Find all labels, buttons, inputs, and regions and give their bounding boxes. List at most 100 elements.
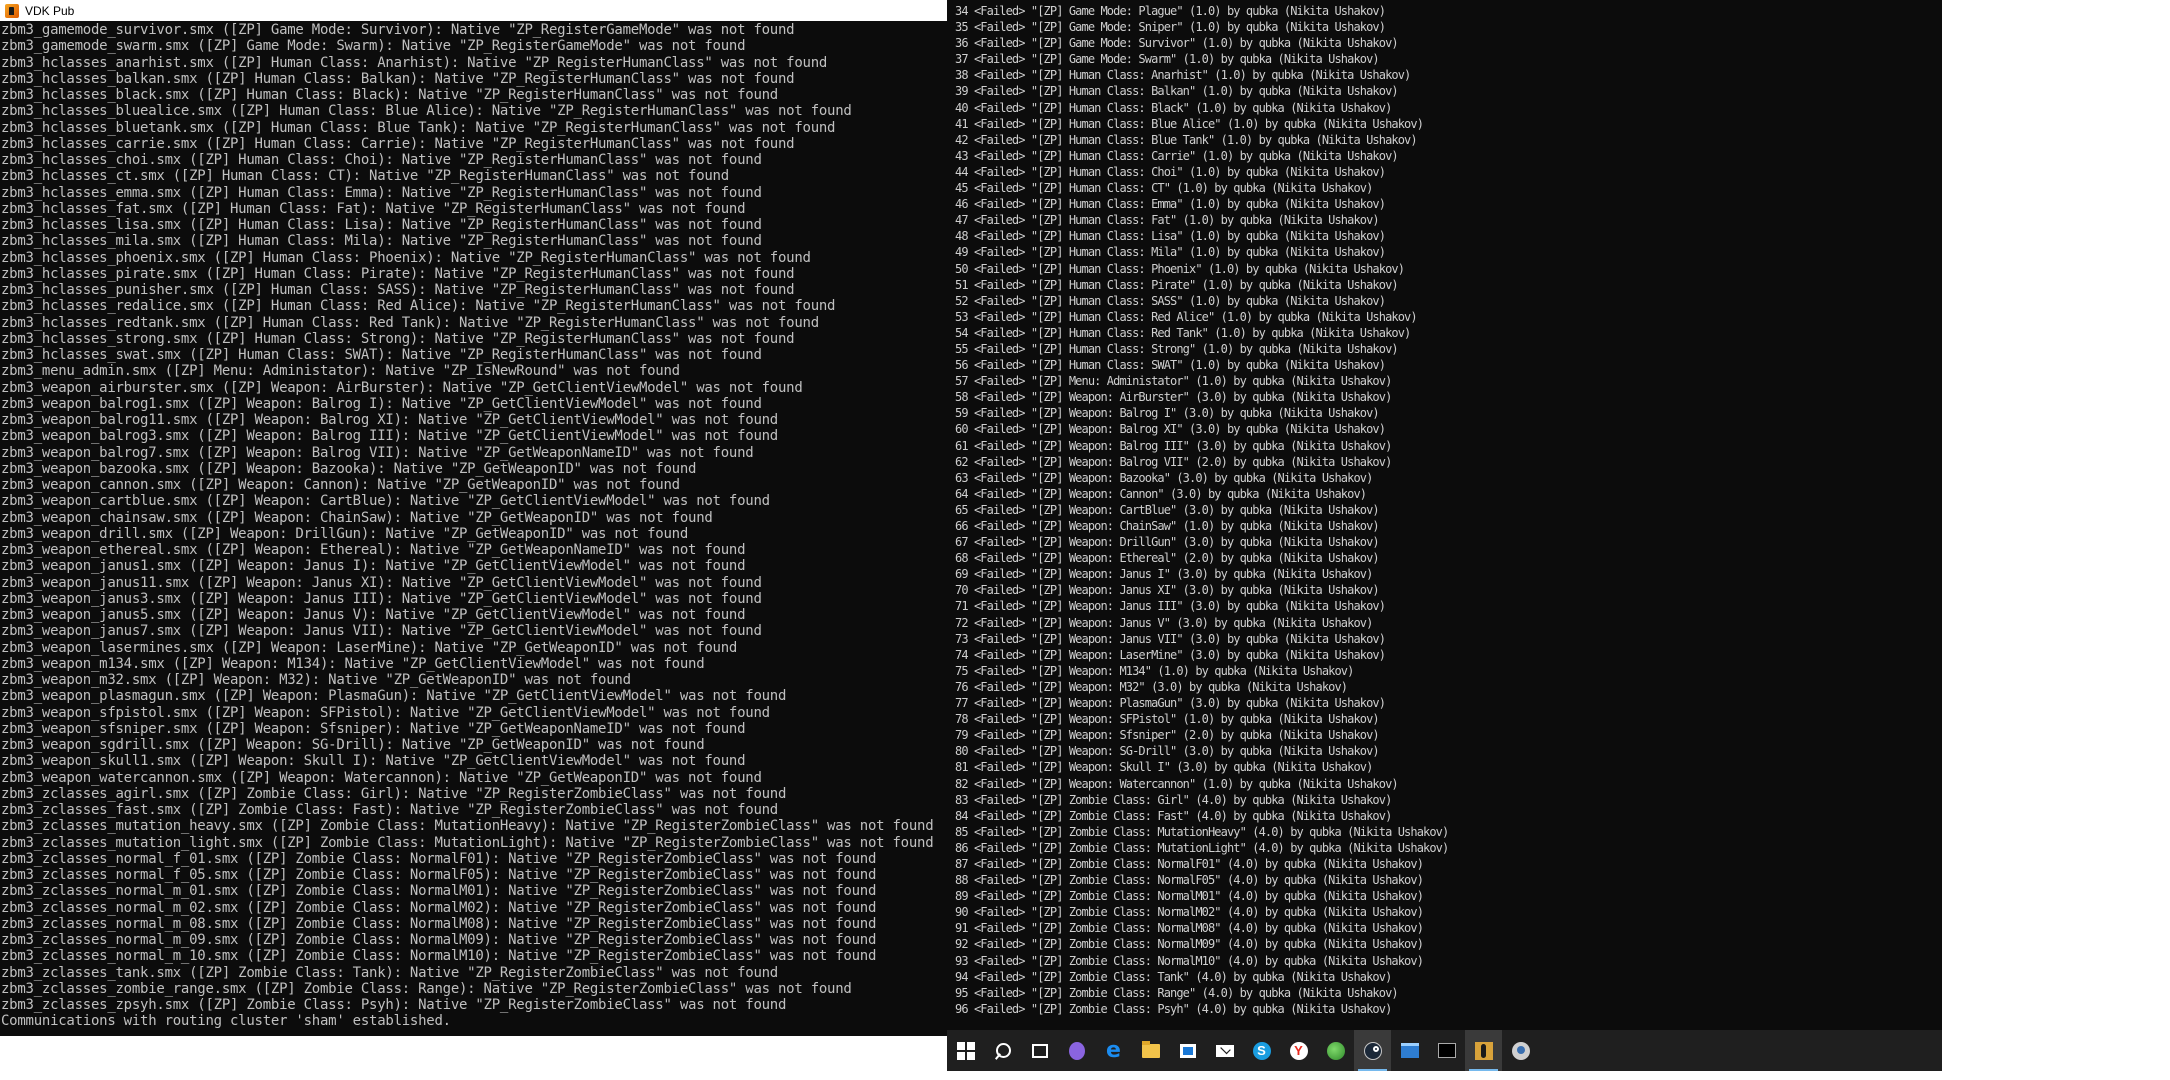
console-line: 88 <Failed> "[ZP] Zombie Class: NormalF0… <box>955 873 1424 888</box>
store-button[interactable] <box>1169 1030 1206 1071</box>
console-line: 44 <Failed> "[ZP] Human Class: Choi" (1.… <box>955 164 1386 179</box>
console-line: zbm3_zclasses_normal_m_09.smx ([ZP] Zomb… <box>1 932 877 948</box>
yandex-browser-button[interactable]: Y <box>1280 1030 1317 1071</box>
console-line: 51 <Failed> "[ZP] Human Class: Pirate" (… <box>955 277 1399 292</box>
console-line: 41 <Failed> "[ZP] Human Class: Blue Alic… <box>955 116 1424 131</box>
console-line: zbm3_hclasses_emma.smx ([ZP] Human Class… <box>1 184 762 201</box>
console-line: 75 <Failed> "[ZP] Weapon: M134" (1.0) by… <box>955 663 1354 678</box>
window-titlebar[interactable]: VDK Pub <box>0 0 947 21</box>
skype-button[interactable]: S <box>1243 1030 1280 1071</box>
console-output: zbm3_gamemode_survivor.smx ([ZP] Game Mo… <box>1 22 946 1030</box>
console-line: 53 <Failed> "[ZP] Human Class: Red Alice… <box>955 309 1418 324</box>
console-line: 37 <Failed> "[ZP] Game Mode: Swarm" (1.0… <box>955 52 1380 67</box>
left-console-window[interactable]: VDK Pub zbm3_gamemode_survivor.smx ([ZP]… <box>0 0 947 1036</box>
console-line: 72 <Failed> "[ZP] Weapon: Janus V" (3.0)… <box>955 615 1373 630</box>
console-line: 45 <Failed> "[ZP] Human Class: CT" (1.0)… <box>955 181 1373 196</box>
right-console-window[interactable]: 34 <Failed> "[ZP] Game Mode: Plague" (1.… <box>947 0 1942 1036</box>
console-line: 36 <Failed> "[ZP] Game Mode: Survivor" (… <box>955 36 1399 51</box>
edge-button[interactable]: e <box>1095 1030 1132 1071</box>
search-button[interactable] <box>984 1030 1021 1071</box>
yandex-browser-icon: Y <box>1289 1041 1308 1060</box>
console-line: zbm3_hclasses_balkan.smx ([ZP] Human Cla… <box>1 70 795 87</box>
globe-app-button[interactable] <box>1317 1030 1354 1071</box>
console-line: 59 <Failed> "[ZP] Weapon: Balrog I" (3.0… <box>955 406 1380 421</box>
console-line: 61 <Failed> "[ZP] Weapon: Balrog III" (3… <box>955 438 1392 453</box>
command-prompt-button[interactable] <box>1428 1030 1465 1071</box>
console-line: zbm3_weapon_sfsniper.smx ([ZP] Weapon: S… <box>1 720 746 737</box>
window-app-button[interactable] <box>1391 1030 1428 1071</box>
character-app-button[interactable] <box>1502 1030 1539 1071</box>
globe-app-icon <box>1326 1041 1345 1060</box>
console-line: zbm3_weapon_cannon.smx ([ZP] Weapon: Can… <box>1 477 680 493</box>
app-icon <box>5 3 19 18</box>
console-line: zbm3_zclasses_normal_m_08.smx ([ZP] Zomb… <box>1 915 877 932</box>
console-line: 49 <Failed> "[ZP] Human Class: Mila" (1.… <box>955 245 1386 260</box>
console-line: 78 <Failed> "[ZP] Weapon: SFPistol" (1.0… <box>955 712 1380 727</box>
assistant-button[interactable] <box>1058 1030 1095 1071</box>
window-app-icon <box>1400 1043 1419 1058</box>
console-line: zbm3_hclasses_anarhist.smx ([ZP] Human C… <box>1 54 828 71</box>
console-line: 56 <Failed> "[ZP] Human Class: SWAT" (1.… <box>955 358 1386 373</box>
console-line: zbm3_weapon_sgdrill.smx ([ZP] Weapon: SG… <box>1 737 705 753</box>
console-line: zbm3_weapon_airburster.smx ([ZP] Weapon:… <box>1 379 803 396</box>
console-line: zbm3_hclasses_swat.smx ([ZP] Human Class… <box>1 347 762 363</box>
console-line: 58 <Failed> "[ZP] Weapon: AirBurster" (3… <box>955 390 1392 405</box>
console-line: zbm3_weapon_watercannon.smx ([ZP] Weapon… <box>1 769 762 786</box>
console-line: 52 <Failed> "[ZP] Human Class: SASS" (1.… <box>955 293 1386 308</box>
console-line: zbm3_hclasses_fat.smx ([ZP] Human Class:… <box>1 200 746 217</box>
console-line: 87 <Failed> "[ZP] Zombie Class: NormalF0… <box>955 856 1424 871</box>
console-line: zbm3_hclasses_choi.smx ([ZP] Human Class… <box>1 152 762 168</box>
console-line: zbm3_zclasses_normal_f_01.smx ([ZP] Zomb… <box>1 850 877 867</box>
console-line: zbm3_weapon_sfpistol.smx ([ZP] Weapon: S… <box>1 704 770 721</box>
console-line: zbm3_weapon_balrog1.smx ([ZP] Weapon: Ba… <box>1 395 762 412</box>
console-line: zbm3_hclasses_punisher.smx ([ZP] Human C… <box>1 282 795 298</box>
console-line: 60 <Failed> "[ZP] Weapon: Balrog XI" (3.… <box>955 422 1386 437</box>
counter-strike-button[interactable] <box>1465 1030 1502 1071</box>
console-line: zbm3_zclasses_zombie_range.smx ([ZP] Zom… <box>1 980 852 997</box>
windows-start-icon <box>956 1041 975 1060</box>
console-line: 62 <Failed> "[ZP] Weapon: Balrog VII" (2… <box>955 454 1392 469</box>
steam-button[interactable] <box>1354 1030 1391 1071</box>
console-line: zbm3_zclasses_normal_m_10.smx ([ZP] Zomb… <box>1 948 877 965</box>
console-line: 68 <Failed> "[ZP] Weapon: Ethereal" (2.0… <box>955 551 1380 566</box>
console-line: zbm3_zclasses_normal_f_05.smx ([ZP] Zomb… <box>1 867 877 883</box>
window-title: VDK Pub <box>25 3 75 18</box>
console-line: 64 <Failed> "[ZP] Weapon: Cannon" (3.0) … <box>955 486 1367 501</box>
console-line: zbm3_hclasses_strong.smx ([ZP] Human Cla… <box>1 330 795 347</box>
console-line: 95 <Failed> "[ZP] Zombie Class: Range" (… <box>955 985 1399 1000</box>
console-line: zbm3_weapon_lasermines.smx ([ZP] Weapon:… <box>1 639 738 656</box>
character-app-icon <box>1511 1041 1530 1060</box>
console-line: zbm3_gamemode_survivor.smx ([ZP] Game Mo… <box>1 22 795 38</box>
console-line: zbm3_hclasses_ct.smx ([ZP] Human Class: … <box>1 168 729 185</box>
console-line: 76 <Failed> "[ZP] Weapon: M32" (3.0) by … <box>955 679 1348 694</box>
console-line: 96 <Failed> "[ZP] Zombie Class: Psyh" (4… <box>955 1001 1392 1016</box>
console-line: zbm3_zclasses_agirl.smx ([ZP] Zombie Cla… <box>1 785 787 802</box>
plugin-list-output: 34 <Failed> "[ZP] Game Mode: Plague" (1.… <box>955 3 1935 1017</box>
console-line: zbm3_hclasses_lisa.smx ([ZP] Human Class… <box>1 217 762 233</box>
console-line: 40 <Failed> "[ZP] Human Class: Black" (1… <box>955 100 1392 115</box>
console-line: 47 <Failed> "[ZP] Human Class: Fat" (1.0… <box>955 213 1380 228</box>
console-line: 89 <Failed> "[ZP] Zombie Class: NormalM0… <box>955 889 1424 904</box>
console-line: zbm3_weapon_cartblue.smx ([ZP] Weapon: C… <box>1 493 770 510</box>
skype-icon: S <box>1252 1041 1271 1060</box>
console-line: zbm3_weapon_janus5.smx ([ZP] Weapon: Jan… <box>1 607 746 623</box>
console-line: 38 <Failed> "[ZP] Human Class: Anarhist"… <box>955 68 1411 83</box>
console-line: 54 <Failed> "[ZP] Human Class: Red Tank"… <box>955 325 1411 340</box>
start-button[interactable] <box>947 1030 984 1071</box>
console-line: zbm3_menu_admin.smx ([ZP] Menu: Administ… <box>1 363 680 380</box>
console-line: zbm3_gamemode_swarm.smx ([ZP] Game Mode:… <box>1 38 746 55</box>
mail-button[interactable] <box>1206 1030 1243 1071</box>
console-line: 34 <Failed> "[ZP] Game Mode: Plague" (1.… <box>955 4 1386 18</box>
console-line: 81 <Failed> "[ZP] Weapon: Skull I" (3.0)… <box>955 760 1373 775</box>
console-line: zbm3_weapon_chainsaw.smx ([ZP] Weapon: C… <box>1 509 713 526</box>
command-prompt-icon <box>1437 1043 1456 1058</box>
console-line: 66 <Failed> "[ZP] Weapon: ChainSaw" (1.0… <box>955 519 1380 533</box>
console-line: 73 <Failed> "[ZP] Weapon: Janus VII" (3.… <box>955 631 1386 646</box>
counter-strike-icon <box>1474 1041 1493 1060</box>
console-line: 86 <Failed> "[ZP] Zombie Class: Mutation… <box>955 840 1449 855</box>
console-line: 82 <Failed> "[ZP] Weapon: Watercannon" (… <box>955 776 1399 791</box>
file-explorer-button[interactable] <box>1132 1030 1169 1071</box>
console-line: 65 <Failed> "[ZP] Weapon: CartBlue" (3.0… <box>955 502 1380 517</box>
console-line: 91 <Failed> "[ZP] Zombie Class: NormalM0… <box>955 921 1424 936</box>
task-view-button[interactable] <box>1021 1030 1058 1071</box>
